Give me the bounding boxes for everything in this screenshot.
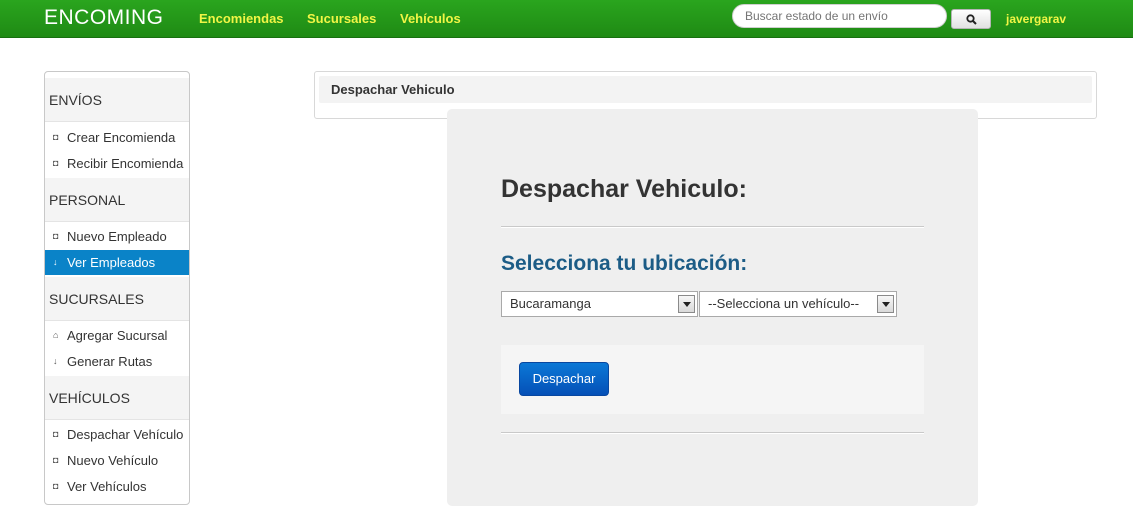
sidebar-item-nuevo-vehiculo[interactable]: ◘ Nuevo Vehículo (45, 448, 189, 473)
brand-logo[interactable]: ENCOMING (44, 6, 164, 30)
search-input[interactable] (732, 4, 947, 28)
nav-link-encomiendas[interactable]: Encomiendas (199, 11, 284, 26)
vehicle-select[interactable]: --Selecciona un vehículo-- (699, 291, 897, 317)
vehicle-select-value: --Selecciona un vehículo-- (708, 296, 860, 311)
chevron-down-icon[interactable] (877, 295, 894, 313)
sidebar-item-ver-empleados[interactable]: ↓ Ver Empleados (45, 250, 189, 275)
sidebar-item-label: Generar Rutas (67, 354, 153, 369)
sidebar-item-label: Ver Empleados (67, 255, 156, 270)
dispatch-form-panel: Despachar Vehiculo: Selecciona tu ubicac… (447, 109, 978, 506)
document-icon: ◘ (53, 231, 59, 241)
breadcrumb-title: Despachar Vehiculo (319, 76, 1092, 103)
sidebar-item-generar-rutas[interactable]: ↓ Generar Rutas (45, 349, 189, 374)
document-icon: ◘ (53, 132, 59, 142)
sidebar-header-personal: PERSONAL (45, 178, 189, 222)
sidebar-header-vehiculos: VEHÍCULOS (45, 376, 189, 420)
sidebar-item-label: Nuevo Empleado (67, 229, 167, 244)
sidebar-item-label: Nuevo Vehículo (67, 453, 159, 468)
arrow-down-icon: ↓ (53, 356, 58, 366)
arrow-down-icon: ↓ (53, 257, 58, 267)
home-icon: ⌂ (53, 330, 59, 340)
sidebar-item-ver-vehiculos[interactable]: ◘ Ver Vehículos (45, 474, 189, 499)
search-icon (965, 13, 977, 25)
despachar-button[interactable]: Despachar (519, 362, 609, 396)
location-select[interactable]: Bucaramanga (501, 291, 698, 317)
sidebar-item-recibir-encomienda[interactable]: ◘ Recibir Encomienda (45, 151, 189, 176)
nav-link-sucursales[interactable]: Sucursales (307, 11, 376, 26)
chevron-down-icon[interactable] (678, 295, 695, 313)
sidebar-item-label: Crear Encomienda (67, 130, 176, 145)
nav-link-vehiculos[interactable]: Vehículos (400, 11, 461, 26)
sidebar-item-agregar-sucursal[interactable]: ⌂ Agregar Sucursal (45, 323, 189, 348)
sidebar-header-envios: ENVÍOS (45, 78, 189, 122)
divider (501, 432, 924, 434)
document-icon: ◘ (53, 429, 59, 439)
document-icon: ◘ (53, 481, 59, 491)
top-navbar: ENCOMING Encomiendas Sucursales Vehículo… (0, 0, 1133, 38)
user-menu-link[interactable]: javergarav (1006, 12, 1066, 26)
location-select-value: Bucaramanga (510, 296, 591, 311)
search-button[interactable] (951, 9, 991, 29)
sidebar-item-label: Ver Vehículos (67, 479, 147, 494)
document-icon: ◘ (53, 158, 59, 168)
sidebar-item-despachar-vehiculo[interactable]: ◘ Despachar Vehículo (45, 422, 189, 447)
sidebar-item-label: Despachar Vehículo (67, 427, 184, 442)
divider (501, 226, 924, 228)
sidebar-item-crear-encomienda[interactable]: ◘ Crear Encomienda (45, 125, 189, 150)
sidebar-header-sucursales: SUCURSALES (45, 277, 189, 321)
location-heading: Selecciona tu ubicación: (501, 252, 748, 275)
sidebar-item-label: Agregar Sucursal (67, 328, 168, 343)
form-actions: Despachar (501, 345, 924, 414)
document-icon: ◘ (53, 455, 59, 465)
sidebar: ENVÍOS ◘ Crear Encomienda ◘ Recibir Enco… (44, 71, 190, 505)
page-title: Despachar Vehiculo: (501, 175, 747, 203)
sidebar-item-nuevo-empleado[interactable]: ◘ Nuevo Empleado (45, 224, 189, 249)
sidebar-item-label: Recibir Encomienda (67, 156, 184, 171)
